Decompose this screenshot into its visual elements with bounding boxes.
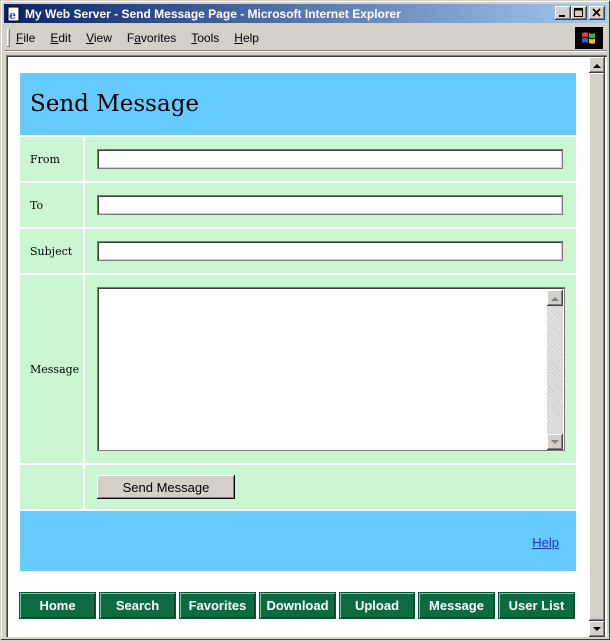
nav-message-button[interactable]: Message <box>419 593 494 618</box>
subject-row: Subject <box>20 229 576 273</box>
message-textarea[interactable] <box>97 287 565 451</box>
scroll-thumb[interactable] <box>589 73 605 621</box>
scroll-up-button[interactable] <box>589 57 605 73</box>
menu-tools[interactable]: Tools <box>191 31 219 45</box>
close-icon <box>592 8 601 17</box>
page-header: Send Message <box>20 73 576 135</box>
maximize-button[interactable] <box>571 6 587 20</box>
to-row: To <box>20 183 576 227</box>
menu-favorites[interactable]: Favorites <box>127 31 176 45</box>
from-label: From <box>20 137 83 181</box>
nav-download-button[interactable]: Download <box>260 593 335 618</box>
send-row: Send Message <box>20 465 576 509</box>
minimize-button[interactable] <box>555 6 571 20</box>
menu-view[interactable]: View <box>86 31 112 45</box>
message-row: Message <box>20 275 576 463</box>
page-viewport: Send Message From To Subject Message Sen… <box>6 55 607 637</box>
arrow-down-icon <box>593 626 601 631</box>
textarea-scroll-up-button[interactable] <box>547 290 563 306</box>
minimize-icon <box>559 15 565 17</box>
send-message-button[interactable]: Send Message <box>97 475 235 499</box>
menu-file[interactable]: File <box>16 31 35 45</box>
browser-window: e My Web Server - Send Message Page - Mi… <box>0 0 611 641</box>
arrow-up-icon <box>593 63 601 68</box>
page-scrollbar[interactable] <box>589 57 605 637</box>
subject-label: Subject <box>20 229 83 273</box>
ie-page-icon: e <box>6 6 22 22</box>
arrow-up-icon <box>551 296 559 301</box>
from-row: From <box>20 137 576 181</box>
from-field[interactable] <box>97 149 563 169</box>
message-form: From To Subject Message Send Message <box>20 135 576 511</box>
title-bar[interactable]: e My Web Server - Send Message Page - Mi… <box>4 4 607 23</box>
message-label: Message <box>20 275 83 463</box>
page-title: Send Message <box>30 91 200 117</box>
menu-help[interactable]: Help <box>234 31 259 45</box>
subject-field[interactable] <box>97 241 563 261</box>
windows-logo-icon <box>575 27 603 49</box>
page-footer: Help <box>20 511 576 571</box>
menu-bar: File Edit View Favorites Tools Help <box>4 26 607 51</box>
textarea-scrollbar[interactable] <box>547 290 563 450</box>
close-button[interactable] <box>589 6 605 20</box>
scroll-down-button[interactable] <box>589 621 605 637</box>
nav-upload-button[interactable]: Upload <box>340 593 414 618</box>
svg-text:e: e <box>9 9 16 22</box>
to-field[interactable] <box>97 195 563 215</box>
to-label: To <box>20 183 83 227</box>
maximize-icon <box>574 8 583 17</box>
nav-user-list-button[interactable]: User List <box>499 593 574 618</box>
arrow-down-icon <box>551 439 559 444</box>
menu-edit[interactable]: Edit <box>50 31 71 45</box>
window-title: My Web Server - Send Message Page - Micr… <box>25 6 401 21</box>
bottom-nav: Home Search Favorites Download Upload Me… <box>20 593 574 618</box>
nav-home-button[interactable]: Home <box>20 593 95 618</box>
help-link[interactable]: Help <box>532 535 559 550</box>
textarea-scroll-down-button[interactable] <box>547 434 563 450</box>
message-page: Send Message From To Subject Message Sen… <box>20 73 576 571</box>
nav-favorites-button[interactable]: Favorites <box>180 593 255 618</box>
toolbar-grip[interactable] <box>7 29 10 47</box>
nav-search-button[interactable]: Search <box>100 593 175 618</box>
